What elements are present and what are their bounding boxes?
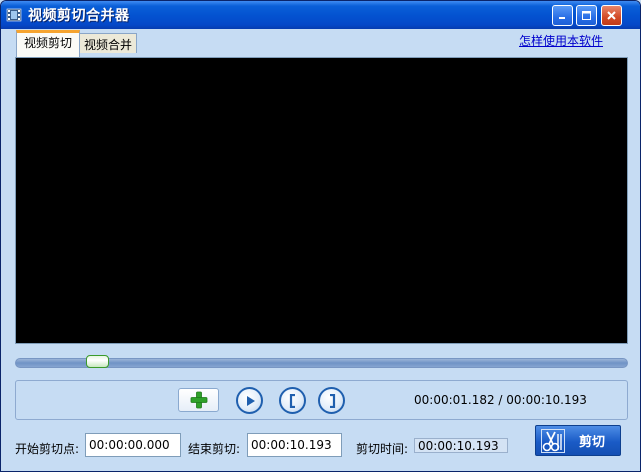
- plus-icon: [190, 391, 207, 409]
- add-button[interactable]: [178, 388, 219, 412]
- play-button[interactable]: [236, 387, 263, 414]
- end-point-input[interactable]: 00:00:10.193: [247, 433, 342, 457]
- minimize-button[interactable]: [552, 5, 573, 26]
- close-icon: [607, 11, 616, 20]
- cut-button-label: 剪切: [579, 435, 606, 450]
- title-bar[interactable]: 视频剪切合并器: [1, 1, 640, 29]
- video-preview[interactable]: [15, 57, 628, 344]
- window-title: 视频剪切合并器: [28, 8, 130, 24]
- help-link[interactable]: 怎样使用本软件: [519, 32, 603, 49]
- scissors-icon: [541, 428, 565, 453]
- tab-video-merge[interactable]: 视频合并: [79, 33, 137, 53]
- duration-field: 00:00:10.193: [414, 438, 508, 453]
- bracket-left-icon: [289, 393, 295, 408]
- cut-button[interactable]: 剪切: [535, 425, 621, 456]
- start-point-label: 开始剪切点:: [15, 442, 80, 456]
- play-icon: [246, 395, 255, 406]
- timeline-handle[interactable]: [86, 355, 109, 368]
- time-display: 00:00:01.182 / 00:00:10.193: [414, 393, 587, 407]
- set-end-button[interactable]: [318, 387, 345, 414]
- end-point-label: 结束剪切:: [188, 442, 241, 456]
- bracket-right-icon: [329, 393, 335, 408]
- duration-label: 剪切时间:: [356, 442, 409, 456]
- start-point-input[interactable]: 00:00:00.000: [85, 433, 181, 457]
- app-window: 视频剪切合并器 视频合并 视频剪切 怎样使用本软件 00:00:01.182 /…: [0, 0, 641, 472]
- tab-video-merge-label: 视频合并: [83, 38, 132, 52]
- minimize-icon: [559, 17, 565, 19]
- maximize-icon: [582, 11, 591, 20]
- tab-video-cut[interactable]: 视频剪切: [16, 30, 80, 57]
- set-start-button[interactable]: [279, 387, 306, 414]
- maximize-button[interactable]: [576, 5, 597, 26]
- close-button[interactable]: [601, 5, 622, 26]
- tab-video-cut-label: 视频剪切: [23, 36, 72, 50]
- film-icon: [6, 8, 22, 22]
